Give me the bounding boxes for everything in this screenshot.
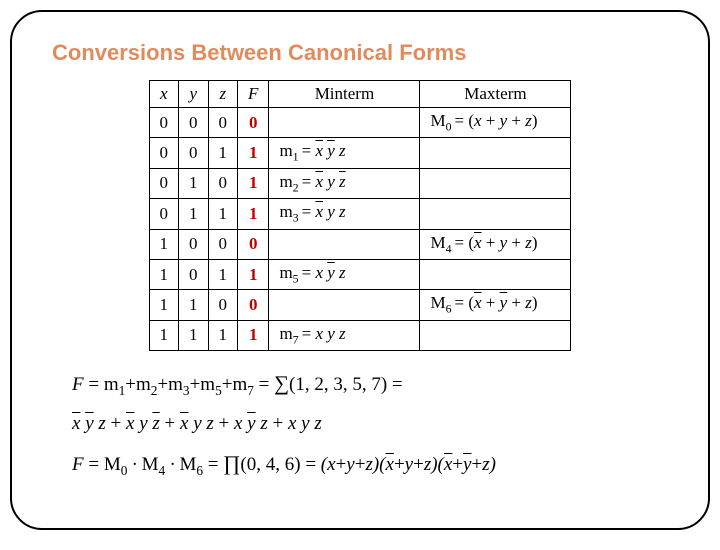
col-F: F bbox=[238, 81, 269, 108]
table-row: 1 0 1 1 m5 = x y z bbox=[149, 259, 571, 289]
table-row: 0 0 1 1 m1 = x y z bbox=[149, 138, 571, 168]
minterm-cell: m2 = x y z bbox=[269, 168, 420, 198]
truth-table: x y z F Minterm Maxterm 0 0 0 0 M0 = (x … bbox=[149, 80, 572, 351]
equations-block: F = m1+m2+m3+m5+m7 = ∑(1, 2, 3, 5, 7) = … bbox=[72, 363, 668, 485]
minterm-cell: m5 = x y z bbox=[269, 259, 420, 289]
eq-sop-expansion: x y z + x y z + x y z + x y z + x y z bbox=[72, 405, 668, 443]
col-x: x bbox=[149, 81, 179, 108]
table-row: 0 0 0 0 M0 = (x + y + z) bbox=[149, 108, 571, 138]
col-minterm: Minterm bbox=[269, 81, 420, 108]
maxterm-cell: M4 = (x + y + z) bbox=[420, 229, 571, 259]
eq-product-of-maxterms: F = M0 · M4 · M6 = ∏(0, 4, 6) = (x+y+z)(… bbox=[72, 443, 668, 485]
col-z: z bbox=[208, 81, 238, 108]
slide-title: Conversions Between Canonical Forms bbox=[52, 40, 668, 66]
maxterm-cell: M6 = (x + y + z) bbox=[420, 290, 571, 320]
minterm-cell: m3 = x y z bbox=[269, 199, 420, 229]
col-y: y bbox=[179, 81, 209, 108]
maxterm-cell: M0 = (x + y + z) bbox=[420, 108, 571, 138]
table-row: 1 1 0 0 M6 = (x + y + z) bbox=[149, 290, 571, 320]
col-maxterm: Maxterm bbox=[420, 81, 571, 108]
table-row: 1 1 1 1 m7 = x y z bbox=[149, 320, 571, 350]
minterm-cell: m1 = x y z bbox=[269, 138, 420, 168]
table-row: 0 1 1 1 m3 = x y z bbox=[149, 199, 571, 229]
table-row: 0 1 0 1 m2 = x y z bbox=[149, 168, 571, 198]
minterm-cell: m7 = x y z bbox=[269, 320, 420, 350]
slide-frame: Conversions Between Canonical Forms x y … bbox=[10, 10, 710, 530]
table-header-row: x y z F Minterm Maxterm bbox=[149, 81, 571, 108]
table-row: 1 0 0 0 M4 = (x + y + z) bbox=[149, 229, 571, 259]
eq-sum-of-minterms: F = m1+m2+m3+m5+m7 = ∑(1, 2, 3, 5, 7) = bbox=[72, 363, 668, 405]
